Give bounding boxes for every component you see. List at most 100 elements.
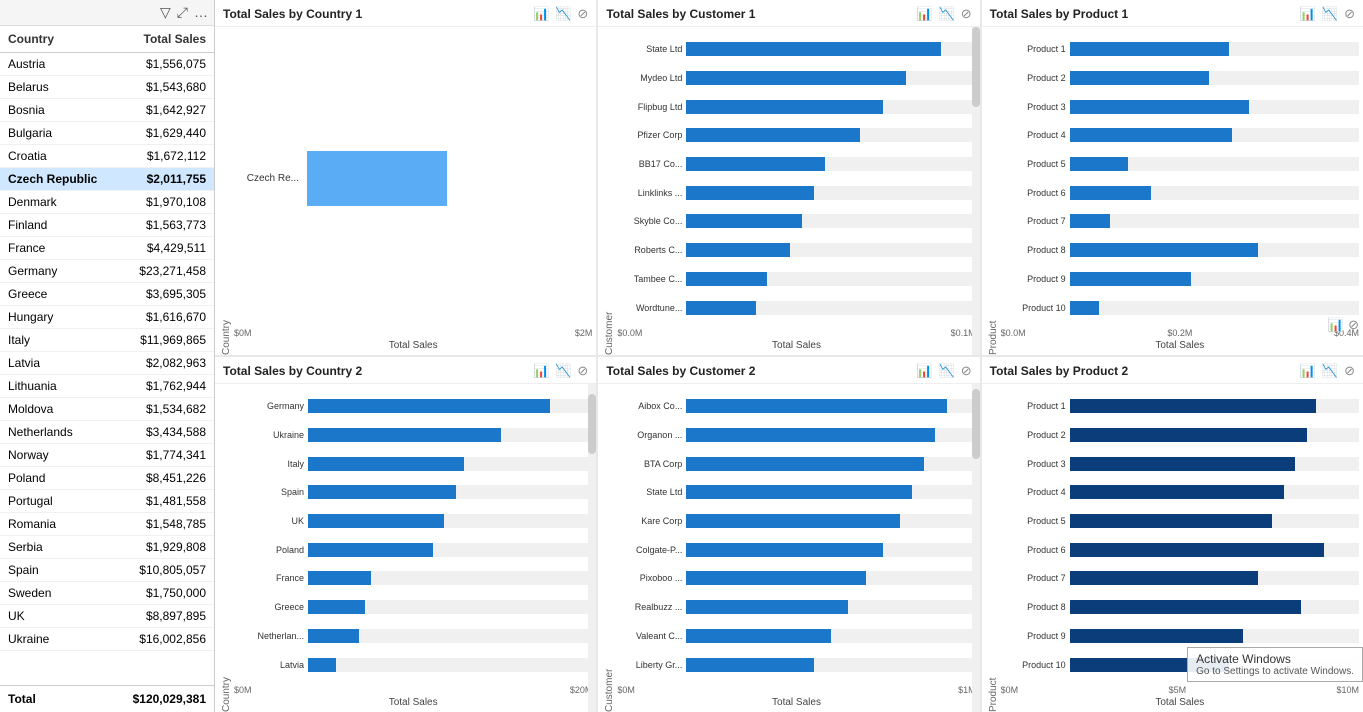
chart-icon-block[interactable]: ⊘: [577, 6, 588, 22]
chart-icon-prod1-bar[interactable]: 📊: [1300, 6, 1316, 22]
bars-customer2: Aibox Co... Organon ... BTA Corp State L…: [617, 388, 975, 683]
bar-label: Poland: [234, 545, 304, 555]
bar-fill: [1070, 243, 1258, 257]
col-header-sales[interactable]: Total Sales: [116, 32, 206, 46]
table-row[interactable]: Belarus$1,543,680: [0, 76, 214, 99]
table-toolbar: ▽ ⤢ …: [0, 0, 214, 26]
bar-track: [308, 658, 592, 672]
chart-icon-co2-bar[interactable]: 📊: [533, 363, 549, 379]
table-row[interactable]: Latvia$2,082,963: [0, 352, 214, 375]
table-row[interactable]: Spain$10,805,057: [0, 559, 214, 582]
bar-row: UK: [234, 512, 592, 530]
table-row[interactable]: Serbia$1,929,808: [0, 536, 214, 559]
bar-track: [308, 457, 592, 471]
y-axis-label-customer1: Customer: [602, 31, 617, 355]
bar-label: Liberty Gr...: [617, 660, 682, 670]
chart-icon-cust1-bar2[interactable]: 📉: [939, 6, 955, 22]
table-row[interactable]: Finland$1,563,773: [0, 214, 214, 237]
single-bar-label: Czech Re...: [244, 173, 299, 184]
table-footer: Total $120,029,381: [0, 685, 214, 712]
x-tick-pr2-0: $0M: [1001, 685, 1019, 695]
bar-label: Product 9: [1001, 631, 1066, 641]
table-row[interactable]: Poland$8,451,226: [0, 467, 214, 490]
table-row[interactable]: Austria$1,556,075: [0, 53, 214, 76]
col-header-country[interactable]: Country: [8, 32, 116, 46]
bar-track: [686, 514, 975, 528]
bar-fill: [686, 71, 906, 85]
row-sales: $3,434,588: [116, 425, 206, 439]
row-country: Hungary: [8, 310, 116, 324]
table-row[interactable]: Czech Republic$2,011,755: [0, 168, 214, 191]
chart-icon-pr2-bar[interactable]: 📊: [1300, 363, 1316, 379]
table-row[interactable]: Denmark$1,970,108: [0, 191, 214, 214]
chart-icon-pr2-bar2[interactable]: 📉: [1322, 363, 1338, 379]
bar-row: Product 3: [1001, 455, 1359, 473]
table-row[interactable]: Norway$1,774,341: [0, 444, 214, 467]
bar-fill: [686, 485, 912, 499]
filter-icon[interactable]: ▽: [160, 4, 171, 21]
table-row[interactable]: Ukraine$16,002,856: [0, 628, 214, 651]
chart-icon-cu2-block[interactable]: ⊘: [961, 363, 972, 379]
bar-row: Product 8: [1001, 598, 1359, 616]
table-row[interactable]: Romania$1,548,785: [0, 513, 214, 536]
table-row[interactable]: Moldova$1,534,682: [0, 398, 214, 421]
chart-prod1-bottom-icon2[interactable]: ⊘: [1348, 317, 1359, 333]
table-row[interactable]: France$4,429,511: [0, 237, 214, 260]
charts-area: Total Sales by Country 1 📊 📉 ⊘ Country C…: [215, 0, 1363, 712]
chart-icon-co2-block[interactable]: ⊘: [577, 363, 588, 379]
chart-icon-cu2-bar2[interactable]: 📉: [939, 363, 955, 379]
table-row[interactable]: UK$8,897,895: [0, 605, 214, 628]
chart-customer1-title: Total Sales by Customer 1: [606, 7, 910, 21]
chart-icon-bar1[interactable]: 📊: [533, 6, 549, 22]
windows-watermark-text2: Go to Settings to activate Windows.: [1196, 666, 1354, 677]
bar-label: Aibox Co...: [617, 401, 682, 411]
chart-icon-co2-bar2[interactable]: 📉: [555, 363, 571, 379]
scrollbar-country2[interactable]: [588, 384, 596, 712]
x-ticks-customer2: $0M $1M: [617, 683, 975, 697]
bar-row: Aibox Co...: [617, 397, 975, 415]
scrollbar-thumb-customer1[interactable]: [972, 27, 980, 107]
bar-fill: [1070, 42, 1229, 56]
bar-track: [308, 428, 592, 442]
table-row[interactable]: Netherlands$3,434,588: [0, 421, 214, 444]
bar-row: Liberty Gr...: [617, 656, 975, 674]
bars-customer1: State Ltd Mydeo Ltd Flipbug Ltd Pfizer C…: [617, 31, 975, 326]
bar-track: [686, 42, 975, 56]
bar-row: Product 6: [1001, 541, 1359, 559]
chart-icon-bar2[interactable]: 📉: [555, 6, 571, 22]
scrollbar-thumb-customer2[interactable]: [972, 389, 980, 459]
bar-fill: [1070, 100, 1249, 114]
table-row[interactable]: Bulgaria$1,629,440: [0, 122, 214, 145]
bar-row: Product 2: [1001, 69, 1359, 87]
chart-icon-prod1-bar2[interactable]: 📉: [1322, 6, 1338, 22]
chart-prod1-bottom-icon1[interactable]: 📊: [1328, 317, 1344, 333]
chart-icon-prod1-block[interactable]: ⊘: [1344, 6, 1355, 22]
table-row[interactable]: Greece$3,695,305: [0, 283, 214, 306]
table-row[interactable]: Lithuania$1,762,944: [0, 375, 214, 398]
scrollbar-customer2[interactable]: [972, 384, 980, 712]
bar-track: [686, 658, 975, 672]
table-row[interactable]: Sweden$1,750,000: [0, 582, 214, 605]
expand-icon[interactable]: ⤢: [177, 4, 188, 21]
table-row[interactable]: Portugal$1,481,558: [0, 490, 214, 513]
table-row[interactable]: Hungary$1,616,670: [0, 306, 214, 329]
bar-track: [308, 543, 592, 557]
table-row[interactable]: Bosnia$1,642,927: [0, 99, 214, 122]
scrollbar-customer1[interactable]: [972, 27, 980, 355]
chart-icon-cust1-bar[interactable]: 📊: [916, 6, 932, 22]
table-row[interactable]: Italy$11,969,865: [0, 329, 214, 352]
chart-icon-cu2-bar[interactable]: 📊: [916, 363, 932, 379]
row-sales: $8,897,895: [116, 609, 206, 623]
bar-fill: [1070, 186, 1151, 200]
bar-label: Linklinks ...: [617, 188, 682, 198]
table-row[interactable]: Germany$23,271,458: [0, 260, 214, 283]
x-axis-product2: $0M $5M $10M Total Sales: [1001, 683, 1359, 712]
bar-label: Product 1: [1001, 401, 1066, 411]
table-row[interactable]: Croatia$1,672,112: [0, 145, 214, 168]
chart-icon-pr2-block[interactable]: ⊘: [1344, 363, 1355, 379]
more-icon[interactable]: …: [194, 4, 208, 21]
scrollbar-thumb-country2[interactable]: [588, 394, 596, 454]
chart-icon-cust1-block[interactable]: ⊘: [961, 6, 972, 22]
row-country: Poland: [8, 471, 116, 485]
x-axis-customer1: $0.0M $0.1M Total Sales: [617, 326, 975, 355]
